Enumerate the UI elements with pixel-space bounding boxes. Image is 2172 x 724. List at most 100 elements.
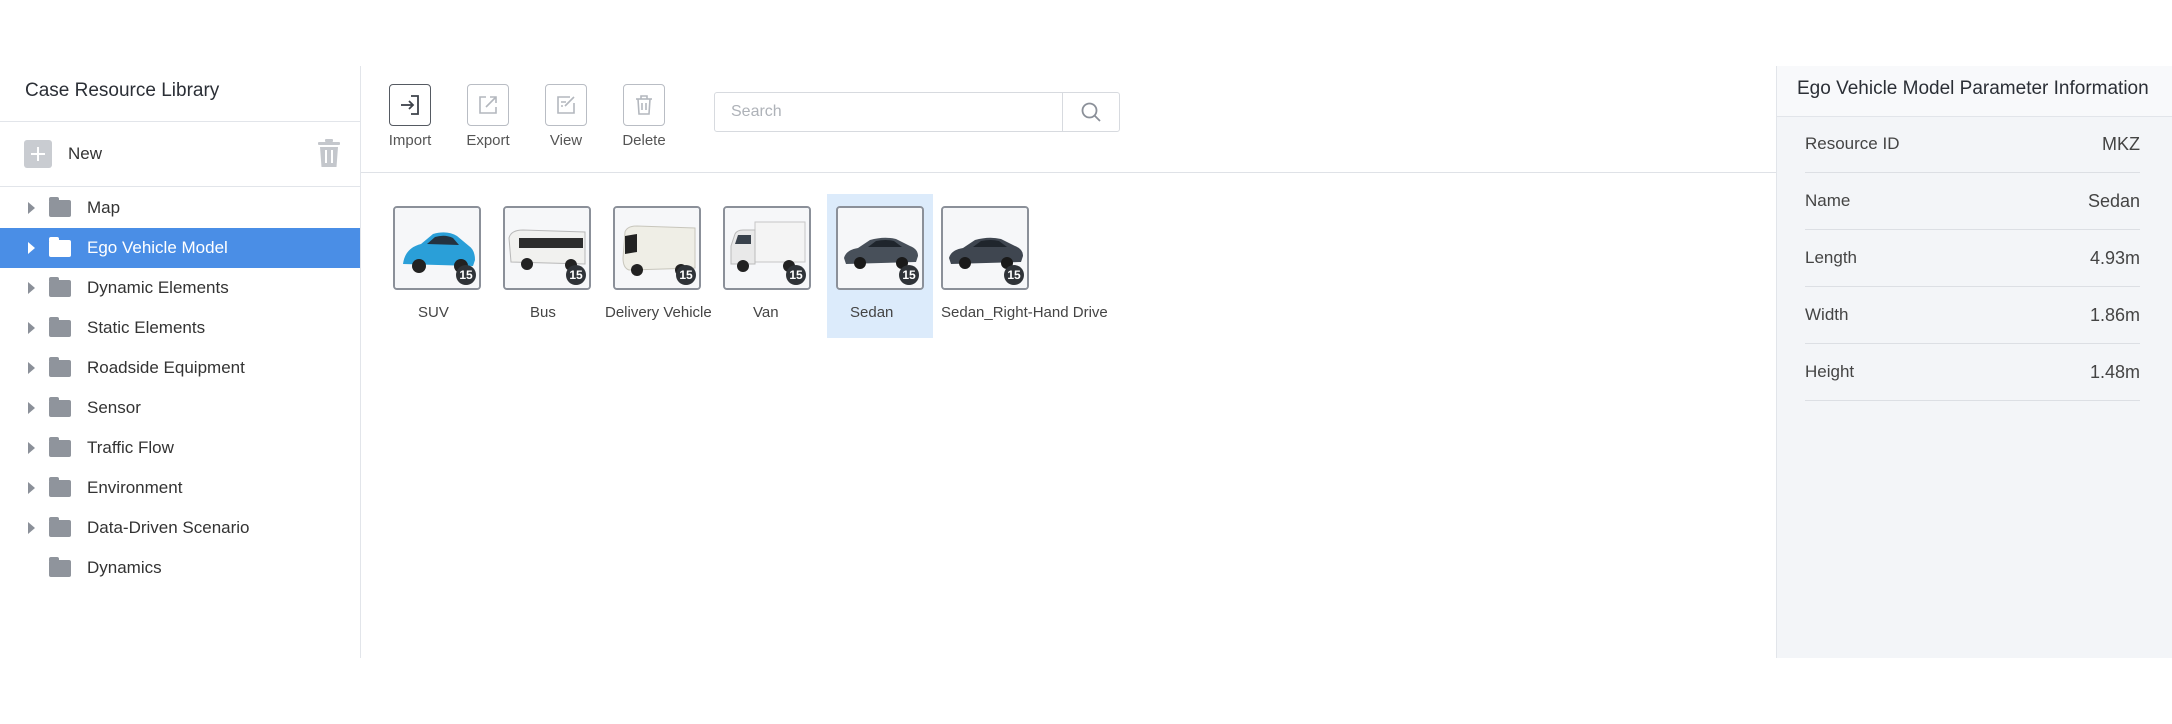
param-value: Sedan — [2087, 190, 2140, 211]
panel-title: Ego Vehicle Model Parameter Information — [1797, 78, 2149, 99]
import-button[interactable]: Import — [380, 84, 440, 149]
trash-icon — [318, 139, 340, 167]
search-button[interactable] — [1062, 93, 1119, 131]
model-thumbnail: 15 — [941, 206, 1029, 290]
sidebar-item-map[interactable]: Map — [0, 188, 360, 228]
param-value: 4.93m — [2089, 247, 2140, 268]
sidebar-item-label: Sensor — [87, 398, 141, 417]
param-value: 1.86m — [2089, 304, 2140, 325]
new-button-label: New — [68, 144, 103, 163]
folder-icon — [49, 316, 71, 337]
sidebar-item-environment[interactable]: Environment — [0, 468, 360, 508]
count-badge: 15 — [1004, 265, 1024, 285]
model-thumbnail: 15 — [723, 206, 811, 290]
sidebar-item-data-driven-scenario[interactable]: Data-Driven Scenario — [0, 508, 360, 548]
count-badge: 15 — [676, 265, 696, 285]
export-icon-box — [467, 84, 509, 126]
sidebar-actions: New — [0, 121, 360, 187]
param-row-name: Name Sedan — [1805, 173, 2140, 230]
folder-icon — [49, 396, 71, 417]
main-content: Import Export View Delete Search 15 SUV … — [361, 66, 1776, 658]
delete-icon-box — [623, 84, 665, 126]
folder-icon — [49, 356, 71, 377]
resource-tree: Map Ego Vehicle Model Dynamic Elements Stat… — [0, 188, 360, 588]
count-badge: 15 — [566, 265, 586, 285]
sidebar-item-label: Ego Vehicle Model — [87, 238, 228, 257]
search-input[interactable] — [715, 93, 1065, 131]
model-thumbnail: 15 — [836, 206, 924, 290]
param-key: Height — [1805, 362, 1855, 381]
sidebar: Case Resource Library New Map Ego Vehicle… — [0, 66, 361, 658]
export-button[interactable]: Export — [458, 84, 518, 149]
sidebar-item-traffic-flow[interactable]: Traffic Flow — [0, 428, 360, 468]
folder-icon — [49, 436, 71, 457]
model-label: Bus — [530, 304, 556, 321]
import-icon-box — [389, 84, 431, 126]
sidebar-item-ego-vehicle-model[interactable]: Ego Vehicle Model — [0, 228, 360, 268]
parameter-panel: Ego Vehicle Model Parameter Information … — [1776, 66, 2172, 658]
param-key: Length — [1805, 248, 1857, 267]
folder-icon — [49, 236, 71, 257]
sidebar-item-label: Data-Driven Scenario — [87, 518, 250, 537]
param-key: Resource ID — [1805, 134, 1900, 153]
plus-icon — [24, 140, 52, 168]
toolbar: Import Export View Delete Search — [361, 66, 1776, 173]
view-icon-box — [545, 84, 587, 126]
param-row-length: Length 4.93m — [1805, 230, 2140, 287]
sidebar-item-label: Dynamics — [87, 558, 162, 577]
expand-arrow-icon[interactable] — [28, 282, 35, 294]
sidebar-item-label: Static Elements — [87, 318, 206, 337]
expand-arrow-icon[interactable] — [28, 202, 35, 214]
sidebar-item-label: Map — [87, 198, 121, 217]
model-label: Van — [753, 304, 779, 321]
expand-arrow-icon[interactable] — [28, 482, 35, 494]
panel-header: Ego Vehicle Model Parameter Information — [1777, 66, 2172, 117]
sidebar-item-static-elements[interactable]: Static Elements — [0, 308, 360, 348]
folder-icon — [49, 276, 71, 297]
sidebar-item-roadside-equipment[interactable]: Roadside Equipment — [0, 348, 360, 388]
sidebar-item-label: Roadside Equipment — [87, 358, 245, 377]
sidebar-item-dynamics[interactable]: Dynamics — [0, 548, 360, 588]
sidebar-item-label: Dynamic Elements — [87, 278, 229, 297]
param-row-resource-id: Resource ID MKZ — [1805, 116, 2140, 173]
model-thumbnail: 15 — [393, 206, 481, 290]
folder-icon — [49, 476, 71, 497]
view-button[interactable]: View — [536, 84, 596, 149]
import-label: Import — [388, 132, 432, 149]
export-icon — [479, 96, 497, 114]
delete-folder-button[interactable] — [314, 138, 344, 168]
folder-icon — [49, 516, 71, 537]
param-key: Width — [1805, 305, 1849, 324]
sidebar-item-dynamic-elements[interactable]: Dynamic Elements — [0, 268, 360, 308]
delete-label: Delete — [622, 132, 666, 149]
model-label: SUV — [418, 304, 449, 321]
expand-arrow-icon[interactable] — [28, 522, 35, 534]
model-label: Sedan — [850, 304, 894, 321]
count-badge: 15 — [786, 265, 806, 285]
model-label: Sedan_Right-Hand Drive — [941, 304, 1108, 321]
expand-arrow-icon[interactable] — [28, 242, 35, 254]
count-badge: 15 — [456, 265, 476, 285]
param-key: Name — [1805, 191, 1851, 210]
import-icon — [401, 95, 419, 115]
sidebar-item-label: Traffic Flow — [87, 438, 174, 457]
expand-arrow-icon[interactable] — [28, 402, 35, 414]
model-thumbnail: 15 — [613, 206, 701, 290]
search-box — [714, 92, 1120, 132]
expand-arrow-icon[interactable] — [28, 362, 35, 374]
folder-icon — [49, 196, 71, 217]
trash-icon — [636, 95, 652, 115]
sidebar-item-label: Environment — [87, 478, 183, 497]
view-label: View — [549, 132, 583, 149]
expand-arrow-icon[interactable] — [28, 442, 35, 454]
new-button[interactable]: New — [24, 138, 102, 170]
param-row-height: Height 1.48m — [1805, 344, 2140, 401]
sidebar-item-sensor[interactable]: Sensor — [0, 388, 360, 428]
folder-icon — [49, 556, 71, 577]
param-value: MKZ — [2102, 133, 2140, 154]
resource-library-app: Case Resource Library New Map Ego Vehicle… — [0, 66, 2172, 658]
model-label: Delivery Vehicle — [605, 304, 712, 321]
search-icon — [1081, 102, 1101, 122]
expand-arrow-icon[interactable] — [28, 322, 35, 334]
delete-button[interactable]: Delete — [614, 84, 674, 149]
